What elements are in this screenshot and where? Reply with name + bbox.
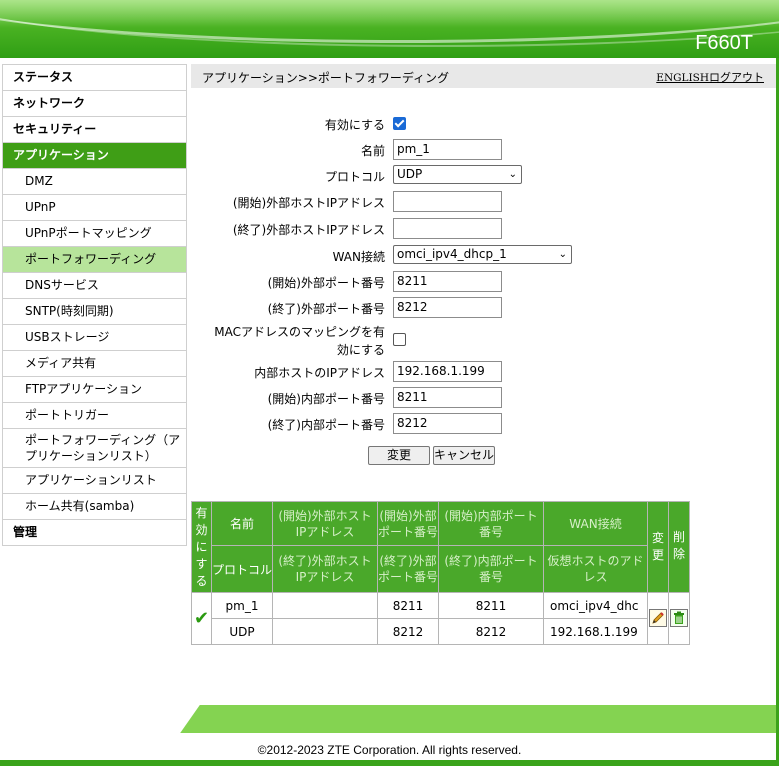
sub-upnp[interactable]: UPnP xyxy=(3,195,186,221)
sub-upnp-port-mapping[interactable]: UPnPポートマッピング xyxy=(3,221,186,247)
wan-port-start-label: (開始)外部ポート番号 xyxy=(267,276,385,290)
col-name-header: 名前 xyxy=(211,501,273,546)
breadcrumb: アプリケーション>>ポートフォワーディング xyxy=(202,71,450,85)
lan-port-end-input[interactable]: 8212 xyxy=(393,413,502,434)
wan-port-start-input[interactable]: 8211 xyxy=(393,271,502,292)
wan-host-end-label: (終了)外部ホストIPアドレス xyxy=(232,223,385,237)
wan-connection-label: WAN接続 xyxy=(332,250,385,264)
sub-dmz[interactable]: DMZ xyxy=(3,169,186,195)
col-virtual-host-header: 仮想ホストのアドレス xyxy=(543,545,648,593)
lan-host-input[interactable]: 192.168.1.199 xyxy=(393,361,502,382)
logout-link[interactable]: ログアウト xyxy=(709,71,764,84)
sub-port-forwarding-app-list[interactable]: ポートフォワーディング（アプリケーションリスト） xyxy=(3,429,186,468)
col-wan-port-end-header: (終了)外部ポート番号 xyxy=(377,545,439,593)
table-row: UDP 8212 8212 192.168.1.199 xyxy=(192,618,690,645)
wan-port-end-input[interactable]: 8212 xyxy=(393,297,502,318)
nav-admin[interactable]: 管理 xyxy=(3,520,186,546)
enable-checkbox[interactable] xyxy=(393,117,406,130)
lan-port-start-input[interactable]: 8211 xyxy=(393,387,502,408)
row-lan-port-end: 8212 xyxy=(438,618,544,645)
sub-media-share[interactable]: メディア共有 xyxy=(3,351,186,377)
row-wan-port-end: 8212 xyxy=(377,618,439,645)
col-wan-conn-header: WAN接続 xyxy=(543,501,648,546)
mac-mapping-label-line2: 効にする xyxy=(336,343,385,357)
lan-host-label: 内部ホストのIPアドレス xyxy=(254,366,385,380)
sub-sntp[interactable]: SNTP(時刻同期) xyxy=(3,299,186,325)
col-wan-host-end-header: (終了)外部ホストIPアドレス xyxy=(272,545,378,593)
wan-host-end-input[interactable] xyxy=(393,218,502,239)
enable-label: 有効にする xyxy=(324,118,385,132)
row-name: pm_1 xyxy=(211,592,273,619)
nav-status[interactable]: ステータス xyxy=(3,65,186,91)
wan-connection-value: omci_ipv4_dhcp_1 xyxy=(397,247,507,261)
col-delete-header: 削除 xyxy=(668,501,690,593)
sub-ftp-application[interactable]: FTPアプリケーション xyxy=(3,377,186,403)
port-forwarding-table: 有効にする 名前 (開始)外部ホストIPアドレス (開始)外部ポート番号 (開始… xyxy=(191,501,690,645)
sub-usb-storage[interactable]: USBストレージ xyxy=(3,325,186,351)
lan-port-end-label: (終了)内部ポート番号 xyxy=(267,418,385,432)
table-row: ✔ pm_1 8211 8211 omci_ipv4_dhc xyxy=(191,592,690,645)
header-banner: F660T xyxy=(0,0,779,58)
row-protocol: UDP xyxy=(211,618,273,645)
pencil-icon[interactable] xyxy=(649,608,667,627)
trash-icon[interactable] xyxy=(670,608,688,627)
col-lan-port-start-header: (開始)内部ポート番号 xyxy=(438,501,544,546)
row-wan-conn: omci_ipv4_dhc xyxy=(543,592,648,619)
sub-dns-service[interactable]: DNSサービス xyxy=(3,273,186,299)
sub-port-forwarding[interactable]: ポートフォワーディング xyxy=(3,247,186,273)
sub-port-trigger[interactable]: ポートトリガー xyxy=(3,403,186,429)
check-icon: ✔ xyxy=(193,608,210,629)
edit-cell xyxy=(647,592,669,645)
copyright: ©2012-2023 ZTE Corporation. All rights r… xyxy=(257,743,522,757)
row-lan-port-start: 8211 xyxy=(438,592,544,619)
bottom-bar xyxy=(0,760,779,766)
nav-application[interactable]: アプリケーション xyxy=(3,143,186,169)
lan-port-start-label: (開始)内部ポート番号 xyxy=(267,392,385,406)
name-label: 名前 xyxy=(360,144,385,158)
col-wan-host-start-header: (開始)外部ホストIPアドレス xyxy=(272,501,378,546)
row-wan-host-end xyxy=(272,618,378,645)
wan-port-end-label: (終了)外部ポート番号 xyxy=(267,302,385,316)
english-link[interactable]: ENGLISH xyxy=(656,72,709,84)
row-wan-port-start: 8211 xyxy=(377,592,439,619)
device-model: F660T xyxy=(695,32,753,54)
col-edit-header: 変更 xyxy=(647,501,669,593)
nav-network[interactable]: ネットワーク xyxy=(3,91,186,117)
delete-cell xyxy=(668,592,690,645)
nav-security[interactable]: セキュリティー xyxy=(3,117,186,143)
wan-connection-select[interactable]: omci_ipv4_dhcp_1 ⌄ xyxy=(393,245,572,264)
protocol-label: プロトコル xyxy=(324,170,385,184)
row-wan-host-start xyxy=(272,592,378,619)
name-input[interactable]: pm_1 xyxy=(393,139,502,160)
row-enabled-cell: ✔ xyxy=(191,592,212,645)
top-links: ENGLISHログアウト xyxy=(656,69,764,85)
apply-button[interactable]: 変更 xyxy=(368,446,430,465)
chevron-down-icon: ⌄ xyxy=(508,169,517,180)
mac-mapping-checkbox[interactable] xyxy=(393,333,406,346)
chevron-down-icon: ⌄ xyxy=(558,249,567,260)
col-protocol-header: プロトコル xyxy=(211,545,273,593)
sub-home-share-samba[interactable]: ホーム共有(samba) xyxy=(3,494,186,520)
sidebar: ステータス ネットワーク セキュリティー アプリケーション DMZ UPnP U… xyxy=(2,64,187,546)
wan-host-start-input[interactable] xyxy=(393,191,502,212)
footer-band xyxy=(120,695,776,745)
cancel-button[interactable]: キャンセル xyxy=(433,446,495,465)
wan-host-start-label: (開始)外部ホストIPアドレス xyxy=(232,196,385,210)
protocol-select[interactable]: UDP ⌄ xyxy=(393,165,522,184)
col-enable-header: 有効にする xyxy=(191,501,212,593)
sub-application-list[interactable]: アプリケーションリスト xyxy=(3,468,186,494)
breadcrumb-bar: アプリケーション>>ポートフォワーディング ENGLISHログアウト xyxy=(191,64,776,88)
row-virtual-host: 192.168.1.199 xyxy=(543,618,648,645)
col-lan-port-end-header: (終了)内部ポート番号 xyxy=(438,545,544,593)
protocol-value: UDP xyxy=(397,167,423,181)
col-wan-port-start-header: (開始)外部ポート番号 xyxy=(377,501,439,546)
mac-mapping-label-line1: MACアドレスのマッピングを有 xyxy=(214,325,385,339)
